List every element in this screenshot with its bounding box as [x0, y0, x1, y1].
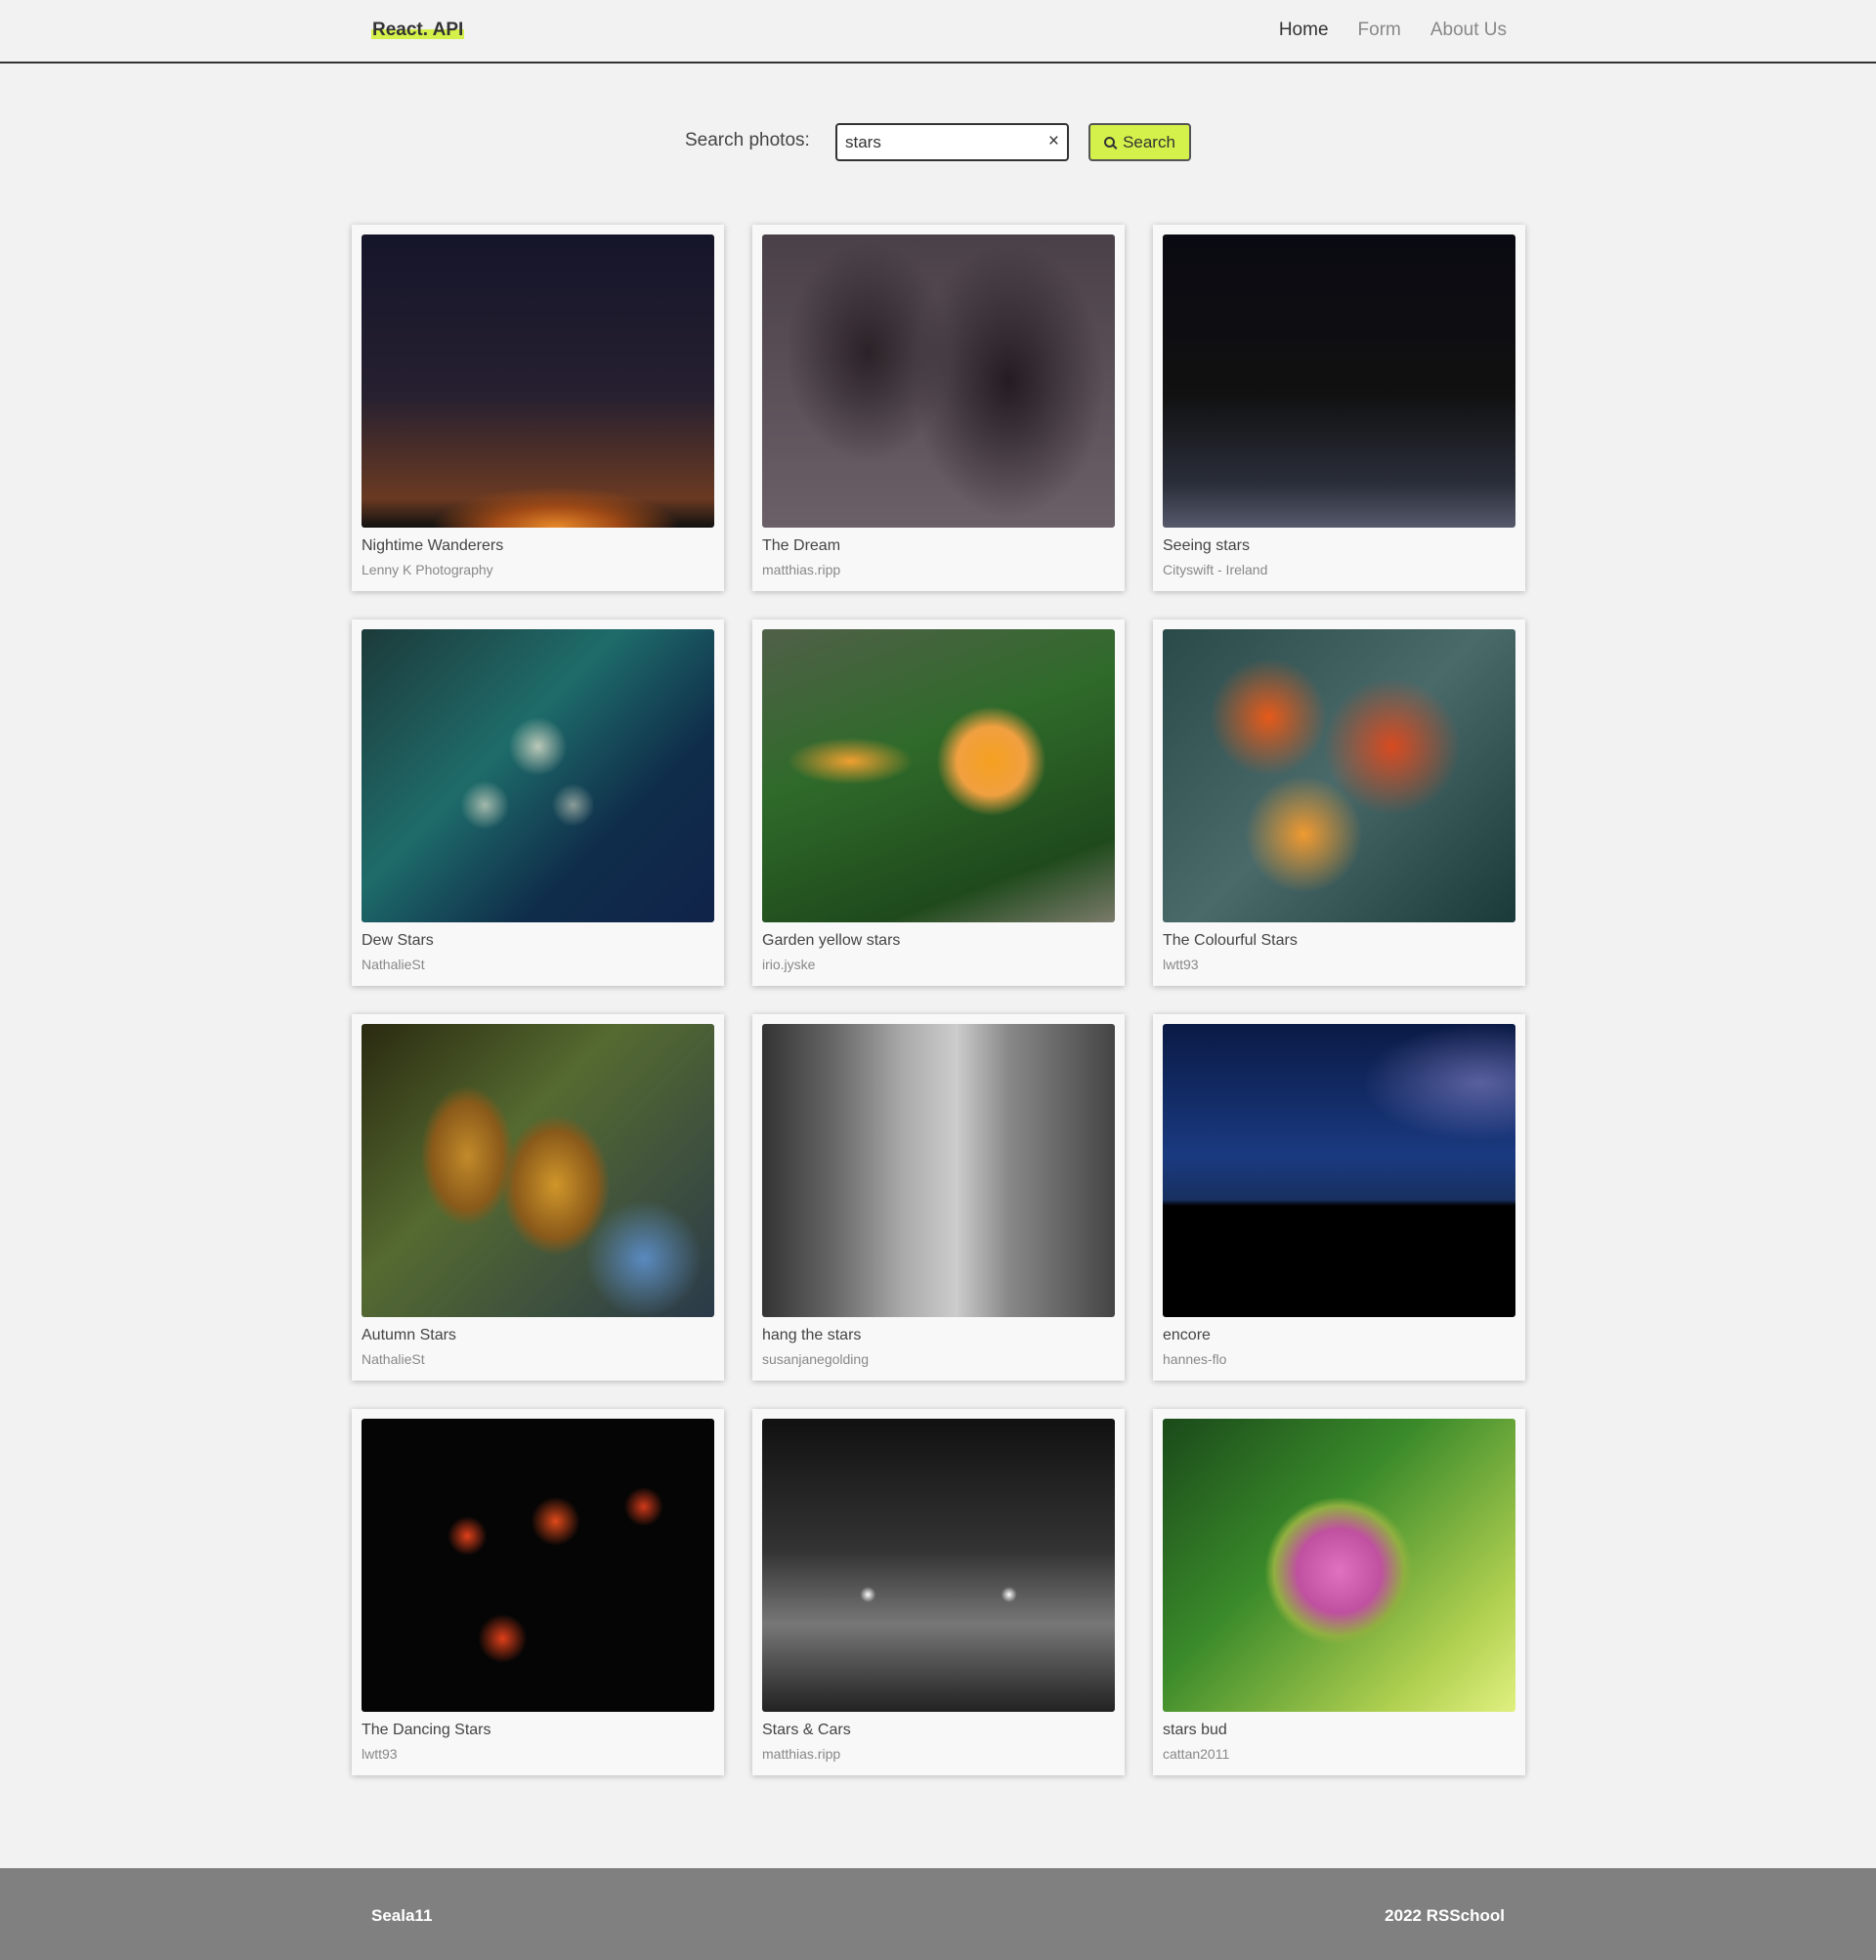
photo-author: hannes-flo: [1163, 1351, 1227, 1367]
photo-title: stars bud: [1163, 1722, 1227, 1738]
photo-author: lwtt93: [362, 1746, 398, 1762]
photo-author: lwtt93: [1163, 957, 1199, 972]
photo-card[interactable]: The Colourful Stars lwtt93: [1153, 619, 1525, 986]
clear-icon[interactable]: ×: [1048, 132, 1059, 151]
search-label: Search photos:: [685, 130, 810, 150]
photo-card[interactable]: stars bud cattan2011: [1153, 1409, 1525, 1775]
search-field[interactable]: ×: [835, 123, 1069, 161]
photo-title: Garden yellow stars: [762, 932, 901, 949]
photo-author: Cityswift - Ireland: [1163, 562, 1268, 577]
search-button[interactable]: Search: [1088, 123, 1191, 161]
nav-link-about-us[interactable]: About Us: [1430, 20, 1507, 41]
photo-grid: Nightime Wanderers Lenny K Photography T…: [352, 225, 1525, 1775]
photo-image: [762, 234, 1115, 528]
photo-image: [1163, 629, 1515, 922]
photo-author: matthias.ripp: [762, 562, 841, 577]
photo-author: NathalieSt: [362, 957, 425, 972]
photo-image: [1163, 1024, 1515, 1317]
photo-card[interactable]: Autumn Stars NathalieSt: [352, 1014, 724, 1381]
footer-school-link[interactable]: 2022 RSSchool: [1385, 1906, 1505, 1926]
photo-author: irio.jyske: [762, 957, 816, 972]
photo-image: [362, 1419, 714, 1712]
site-header: React. API Home Form About Us: [0, 0, 1876, 64]
photo-author: NathalieSt: [362, 1351, 425, 1367]
photo-title: The Dancing Stars: [362, 1722, 491, 1738]
photo-title: hang the stars: [762, 1327, 862, 1343]
photo-card[interactable]: Garden yellow stars irio.jyske: [752, 619, 1125, 986]
photo-image: [362, 629, 714, 922]
photo-image: [762, 629, 1115, 922]
photo-image: [1163, 1419, 1515, 1712]
photo-card[interactable]: Stars & Cars matthias.ripp: [752, 1409, 1125, 1775]
photo-title: The Dream: [762, 537, 841, 554]
photo-author: susanjanegolding: [762, 1351, 869, 1367]
photo-image: [1163, 234, 1515, 528]
site-footer: Seala11 2022 RSSchool: [0, 1868, 1876, 1960]
photo-card[interactable]: The Dream matthias.ripp: [752, 225, 1125, 591]
site-logo[interactable]: React. API: [371, 20, 465, 41]
photo-title: Stars & Cars: [762, 1722, 851, 1738]
photo-title: Seeing stars: [1163, 537, 1250, 554]
photo-title: Autumn Stars: [362, 1327, 456, 1343]
main-nav: Home Form About Us: [1279, 20, 1507, 41]
photo-author: matthias.ripp: [762, 1746, 841, 1762]
photo-image: [762, 1419, 1115, 1712]
photo-card[interactable]: Dew Stars NathalieSt: [352, 619, 724, 986]
photo-title: The Colourful Stars: [1163, 932, 1298, 949]
photo-card[interactable]: Seeing stars Cityswift - Ireland: [1153, 225, 1525, 591]
photo-card[interactable]: hang the stars susanjanegolding: [752, 1014, 1125, 1381]
nav-link-form[interactable]: Form: [1358, 20, 1401, 41]
photo-image: [762, 1024, 1115, 1317]
photo-title: Dew Stars: [362, 932, 434, 949]
photo-image: [362, 234, 714, 528]
photo-title: encore: [1163, 1327, 1211, 1343]
photo-card[interactable]: Nightime Wanderers Lenny K Photography: [352, 225, 724, 591]
search-input[interactable]: [845, 125, 1041, 159]
photo-card[interactable]: The Dancing Stars lwtt93: [352, 1409, 724, 1775]
search-icon: [1104, 137, 1116, 148]
photo-title: Nightime Wanderers: [362, 537, 504, 554]
photo-image: [362, 1024, 714, 1317]
footer-author-link[interactable]: Seala11: [371, 1906, 432, 1926]
photo-author: cattan2011: [1163, 1746, 1230, 1762]
search-button-label: Search: [1123, 132, 1175, 151]
photo-author: Lenny K Photography: [362, 562, 493, 577]
photo-card[interactable]: encore hannes-flo: [1153, 1014, 1525, 1381]
nav-link-home[interactable]: Home: [1279, 20, 1329, 41]
